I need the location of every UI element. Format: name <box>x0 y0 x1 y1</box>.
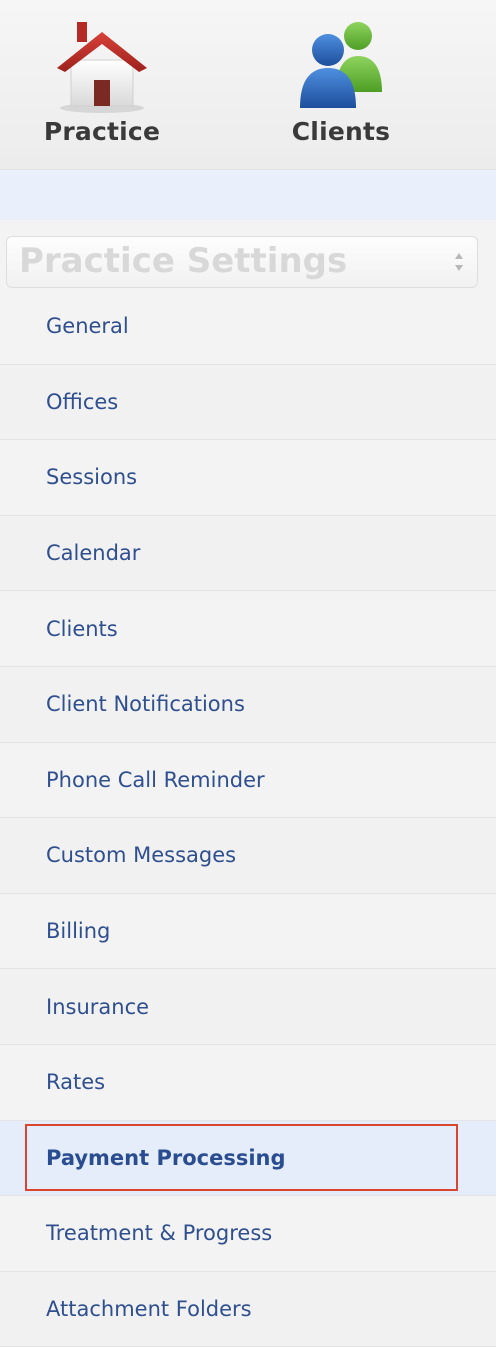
menu-item-label: Insurance <box>46 994 150 1019</box>
house-icon <box>57 22 147 113</box>
menu-item-billing[interactable]: Billing <box>0 893 496 970</box>
menu-item-client-notifications[interactable]: Client Notifications <box>0 666 496 743</box>
menu-item-clients[interactable]: Clients <box>0 591 496 667</box>
menu-item-label: General <box>46 314 129 339</box>
settings-select-value: Practice Settings <box>19 241 348 281</box>
menu-item-offices[interactable]: Offices <box>0 364 496 441</box>
top-navigation: Practice Clients <box>0 0 496 170</box>
menu-item-label: Phone Call Reminder <box>46 767 265 792</box>
users-icon <box>300 22 382 108</box>
practice-nav-button[interactable]: Practice <box>2 0 202 170</box>
menu-item-phone-call-reminder[interactable]: Phone Call Reminder <box>0 742 496 819</box>
section-divider <box>0 170 496 220</box>
practice-label: Practice <box>43 117 161 146</box>
menu-item-label: Attachment Folders <box>46 1297 252 1322</box>
settings-menu: General Offices Sessions Calendar Client… <box>0 289 496 1347</box>
select-arrows-icon <box>455 253 463 271</box>
menu-item-general[interactable]: General <box>0 289 496 365</box>
clients-label: Clients <box>291 117 391 146</box>
menu-item-insurance[interactable]: Insurance <box>0 969 496 1045</box>
menu-item-label: Calendar <box>46 541 141 566</box>
settings-select[interactable]: Practice Settings <box>6 236 478 288</box>
menu-item-label: Offices <box>46 389 119 414</box>
menu-item-label: Sessions <box>46 465 138 490</box>
menu-item-label: Clients <box>46 616 118 641</box>
menu-item-treatment-progress[interactable]: Treatment & Progress <box>0 1196 496 1272</box>
clients-nav-button[interactable]: Clients <box>241 0 441 170</box>
menu-item-calendar[interactable]: Calendar <box>0 515 496 592</box>
menu-item-label: Rates <box>46 1070 106 1095</box>
menu-item-sessions[interactable]: Sessions <box>0 440 496 516</box>
menu-item-label: Billing <box>46 919 111 944</box>
menu-item-label: Payment Processing <box>46 1145 286 1170</box>
menu-item-label: Treatment & Progress <box>46 1221 273 1246</box>
menu-item-label: Client Notifications <box>46 692 245 717</box>
menu-item-label: Custom Messages <box>46 843 237 868</box>
menu-item-custom-messages[interactable]: Custom Messages <box>0 818 496 894</box>
menu-item-payment-processing[interactable]: Payment Processing <box>0 1120 496 1197</box>
menu-item-attachment-folders[interactable]: Attachment Folders <box>0 1271 496 1347</box>
menu-item-rates[interactable]: Rates <box>0 1044 496 1121</box>
